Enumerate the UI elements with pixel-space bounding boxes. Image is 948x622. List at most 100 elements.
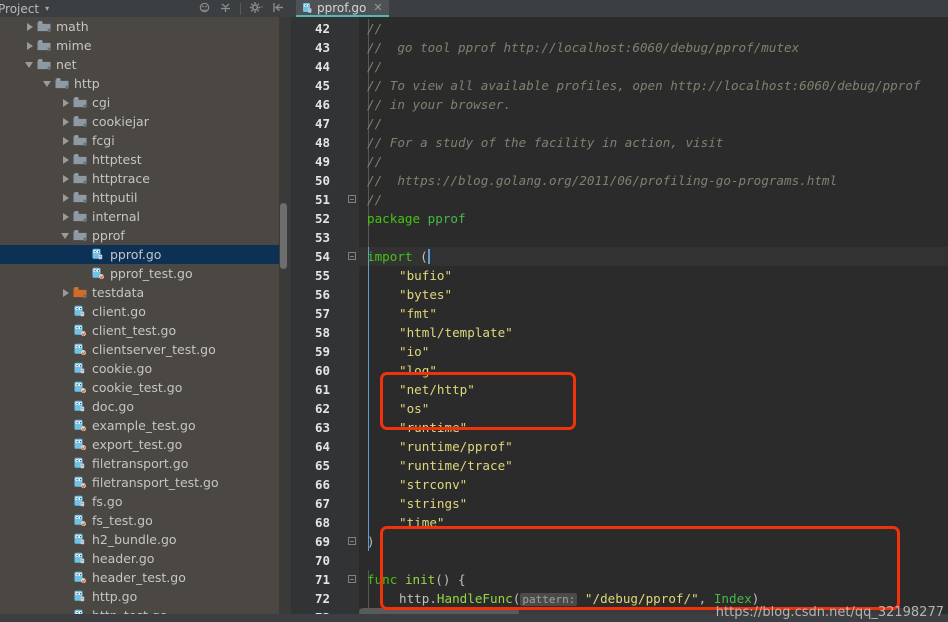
sidebar-vertical-scrollbar[interactable] — [280, 203, 287, 269]
code-token: // go tool pprof http://localhost:6060/d… — [367, 40, 799, 55]
tree-item-pprof-go[interactable]: pprof.go — [0, 245, 291, 264]
chevron-right-icon[interactable] — [60, 211, 71, 222]
line-number: 58 — [315, 323, 330, 342]
tree-item-httptest[interactable]: httptest — [0, 150, 291, 169]
line-number: 47 — [315, 114, 330, 133]
line-number: 56 — [315, 285, 330, 304]
chevron-right-icon[interactable] — [24, 21, 35, 32]
tree-indent-spacer — [60, 306, 71, 317]
code-line: // — [367, 190, 382, 209]
line-number: 48 — [315, 133, 330, 152]
chevron-right-icon[interactable] — [60, 135, 71, 146]
chevron-right-icon[interactable] — [60, 154, 71, 165]
tree-item-client-go[interactable]: client.go — [0, 302, 291, 321]
tree-item-fcgi[interactable]: fcgi — [0, 131, 291, 150]
tree-indent-spacer — [78, 268, 89, 279]
tree-indent-spacer — [78, 249, 89, 260]
tree-item-label: clientserver_test.go — [92, 340, 216, 359]
tree-item-client-test-go[interactable]: client_test.go — [0, 321, 291, 340]
tree-item-http[interactable]: http — [0, 74, 291, 93]
chevron-right-icon[interactable] — [60, 192, 71, 203]
tree-item-httputil[interactable]: httputil — [0, 188, 291, 207]
code-token: "strconv" — [399, 477, 467, 492]
tree-item-net[interactable]: net — [0, 55, 291, 74]
hide-panel-icon[interactable] — [272, 0, 285, 18]
tree-item-filetransport-test-go[interactable]: filetransport_test.go — [0, 473, 291, 492]
tree-indent-spacer — [60, 572, 71, 583]
tree-item-httptrace[interactable]: httptrace — [0, 169, 291, 188]
tree-item-cookie-go[interactable]: cookie.go — [0, 359, 291, 378]
collapse-all-icon[interactable] — [219, 0, 232, 18]
project-tree[interactable]: mathmimenethttpcgicookiejarfcgihttptesth… — [0, 17, 291, 622]
tree-indent-spacer — [60, 458, 71, 469]
tree-item-fs-go[interactable]: fs.go — [0, 492, 291, 511]
folder-icon — [37, 20, 52, 33]
tree-item-math[interactable]: math — [0, 17, 291, 36]
code-fold-toggle[interactable] — [348, 247, 357, 266]
tree-indent-spacer — [60, 496, 71, 507]
chevron-right-icon[interactable] — [60, 116, 71, 127]
chevron-right-icon[interactable] — [60, 97, 71, 108]
tree-item-label: export_test.go — [92, 435, 182, 454]
code-token: "bytes" — [399, 287, 452, 302]
chevron-down-icon[interactable] — [42, 78, 53, 89]
tree-item-http-go[interactable]: http.go — [0, 587, 291, 606]
settings-gear-icon[interactable] — [249, 0, 264, 18]
line-number: 42 — [315, 19, 330, 38]
code-fold-toggle[interactable] — [348, 570, 357, 589]
chevron-down-icon[interactable] — [60, 230, 71, 241]
tree-item-pprof-test-go[interactable]: pprof_test.go — [0, 264, 291, 283]
chevron-down-icon[interactable] — [24, 59, 35, 70]
tree-item-internal[interactable]: internal — [0, 207, 291, 226]
tree-item-label: fs.go — [92, 492, 122, 511]
go-file-icon — [73, 590, 88, 603]
line-number: 44 — [315, 57, 330, 76]
chevron-down-icon[interactable]: ▾ — [45, 5, 49, 13]
editor-gutter[interactable]: 4243444546474849505152535455565758596061… — [291, 17, 359, 622]
code-token: ( — [420, 249, 428, 264]
tree-item-mime[interactable]: mime — [0, 36, 291, 55]
tree-item-cookie-test-go[interactable]: cookie_test.go — [0, 378, 291, 397]
tree-item-header-go[interactable]: header.go — [0, 549, 291, 568]
code-fold-toggle[interactable] — [348, 190, 357, 209]
go-file-icon — [73, 552, 88, 565]
code-token: "os" — [399, 401, 429, 416]
tree-item-h2-bundle-go[interactable]: h2_bundle.go — [0, 530, 291, 549]
code-line: "bufio" — [399, 266, 452, 285]
code-line: // — [367, 19, 382, 38]
close-icon[interactable]: ✕ — [373, 2, 382, 13]
line-number: 70 — [315, 551, 330, 570]
line-number: 60 — [315, 361, 330, 380]
chevron-right-icon[interactable] — [60, 287, 71, 298]
tree-item-header-test-go[interactable]: header_test.go — [0, 568, 291, 587]
sidebar-scroll-gutter — [279, 17, 291, 622]
tree-item-cookiejar[interactable]: cookiejar — [0, 112, 291, 131]
tree-item-export-test-go[interactable]: export_test.go — [0, 435, 291, 454]
go-file-icon — [73, 533, 88, 546]
code-token: "io" — [399, 344, 429, 359]
tree-item-label: httputil — [92, 188, 137, 207]
code-line: ) — [367, 532, 375, 551]
tree-item-label: mime — [56, 36, 92, 55]
tree-item-doc-go[interactable]: doc.go — [0, 397, 291, 416]
tree-item-filetransport-go[interactable]: filetransport.go — [0, 454, 291, 473]
chevron-right-icon[interactable] — [24, 40, 35, 51]
tree-item-label: httptest — [92, 150, 142, 169]
folder-icon — [73, 96, 88, 109]
project-panel-toolbar — [198, 0, 291, 18]
tree-indent-spacer — [60, 363, 71, 374]
tree-item-pprof[interactable]: pprof — [0, 226, 291, 245]
line-number: 67 — [315, 494, 330, 513]
tree-item-testdata[interactable]: testdata — [0, 283, 291, 302]
chevron-right-icon[interactable] — [60, 173, 71, 184]
tree-item-cgi[interactable]: cgi — [0, 93, 291, 112]
tree-item-fs-test-go[interactable]: fs_test.go — [0, 511, 291, 530]
locate-target-icon[interactable] — [198, 0, 211, 18]
tree-item-example-test-go[interactable]: example_test.go — [0, 416, 291, 435]
code-content[interactable]: // // go tool pprof http://localhost:6060… — [359, 17, 948, 622]
code-token: // — [367, 116, 382, 131]
code-fold-toggle[interactable] — [348, 532, 357, 551]
code-token: func — [367, 572, 397, 587]
tree-item-clientserver-test-go[interactable]: clientserver_test.go — [0, 340, 291, 359]
tab-pprof-go[interactable]: pprof.go ✕ — [296, 0, 389, 17]
